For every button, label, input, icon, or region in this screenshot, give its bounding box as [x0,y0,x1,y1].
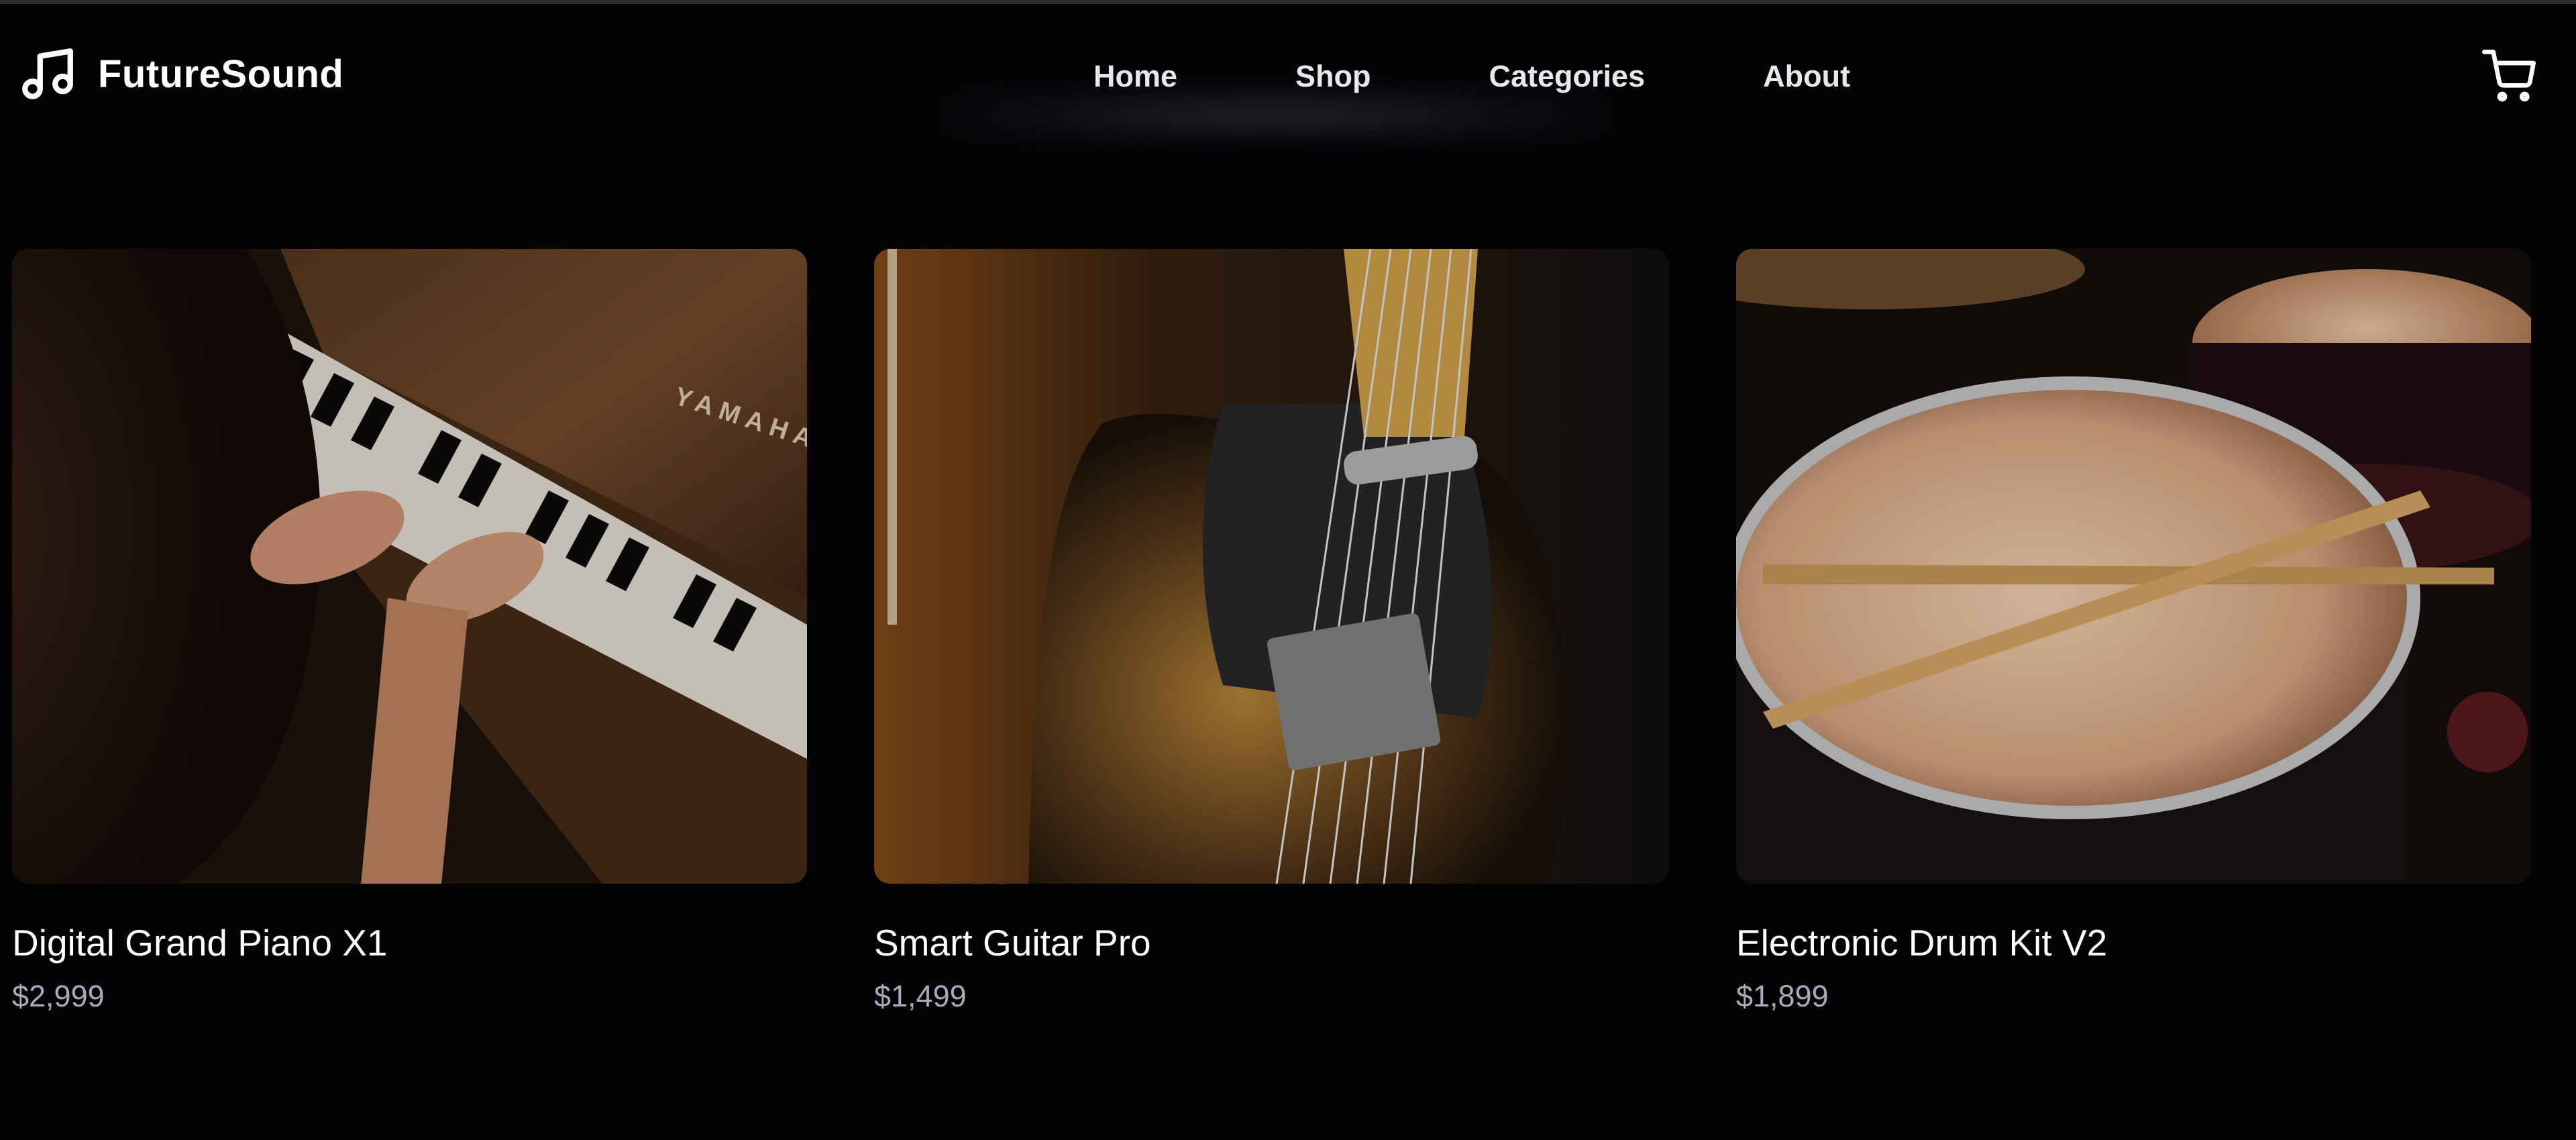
music-note-icon [17,44,78,104]
nav-link-home[interactable]: Home [1093,59,1177,94]
page: FutureSound Home Shop Categories About Y… [0,0,2576,1140]
product-card-drums[interactable]: Electronic Drum Kit V2 $1,899 [1736,249,2531,1013]
nav-link-about[interactable]: About [1763,59,1850,94]
site-header: FutureSound Home Shop Categories About [0,4,2576,152]
product-price: $1,899 [1736,979,1829,1013]
product-title[interactable]: Electronic Drum Kit V2 [1736,921,2107,964]
nav-link-shop[interactable]: Shop [1295,59,1371,94]
main-nav: Home Shop Categories About [1093,56,1850,97]
product-title[interactable]: Smart Guitar Pro [874,921,1151,964]
brand-name: FutureSound [98,52,344,96]
product-price: $1,499 [874,979,967,1013]
nav-link-categories[interactable]: Categories [1489,59,1646,94]
product-price: $2,999 [12,979,105,1013]
brand-logo-link[interactable]: FutureSound [17,43,343,105]
shopping-cart-icon [2482,50,2536,103]
piano-photo[interactable]: YAMAHA [12,249,807,884]
product-card-piano[interactable]: YAMAHA Digital Grand Piano X1 $2,999 [12,249,807,1013]
cart-button[interactable] [2482,50,2536,103]
product-title[interactable]: Digital Grand Piano X1 [12,921,387,964]
drum-kit-photo[interactable] [1736,249,2531,884]
guitar-photo[interactable] [874,249,1669,884]
product-card-guitar[interactable]: Smart Guitar Pro $1,499 [874,249,1669,1013]
